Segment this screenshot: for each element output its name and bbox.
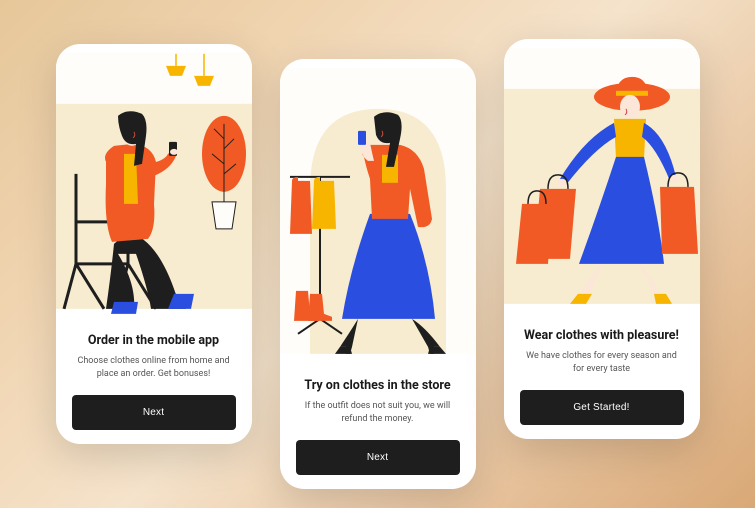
desc-2: If the outfit does not suit you, we will…: [296, 400, 460, 426]
title-2: Try on clothes in the store: [296, 378, 460, 394]
illustration-shopping: [504, 39, 700, 314]
illustration-order: [56, 44, 252, 319]
woman-shopping-bags-hat-icon: [504, 39, 700, 314]
content-2: Try on clothes in the store If the outfi…: [280, 364, 476, 489]
illustration-tryon: [280, 59, 476, 364]
onboarding-card-1: Order in the mobile app Choose clothes o…: [56, 44, 252, 444]
title-3: Wear clothes with pleasure!: [520, 328, 684, 344]
woman-sitting-chair-phone-icon: [56, 44, 252, 319]
content-1: Order in the mobile app Choose clothes o…: [56, 319, 252, 444]
onboarding-card-2: Try on clothes in the store If the outfi…: [280, 59, 476, 489]
get-started-button[interactable]: Get Started!: [520, 390, 684, 425]
next-button[interactable]: Next: [296, 440, 460, 475]
onboarding-card-3: Wear clothes with pleasure! We have clot…: [504, 39, 700, 439]
desc-1: Choose clothes online from home and plac…: [72, 355, 236, 381]
desc-3: We have clothes for every season and for…: [520, 350, 684, 376]
woman-walking-phone-rack-icon: [280, 59, 476, 364]
title-1: Order in the mobile app: [72, 333, 236, 349]
next-button[interactable]: Next: [72, 395, 236, 430]
content-3: Wear clothes with pleasure! We have clot…: [504, 314, 700, 439]
